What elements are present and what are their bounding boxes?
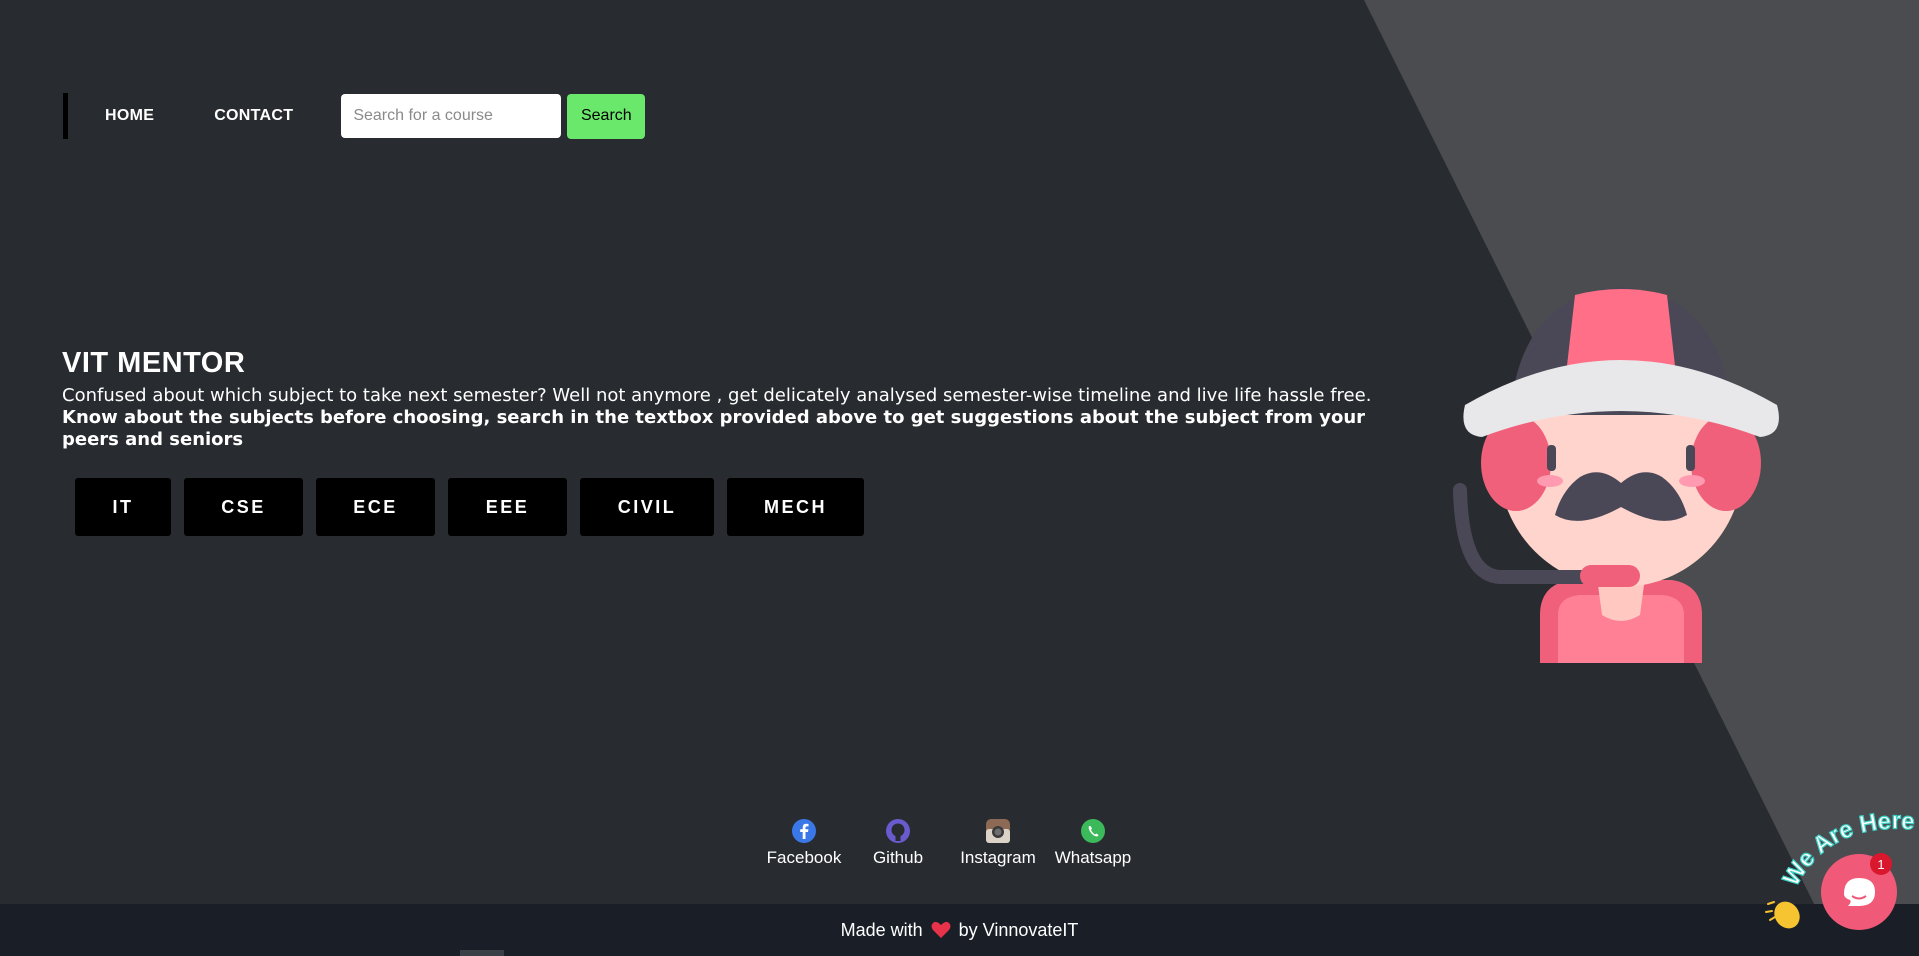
- page-footer: Made with by VinnovateIT: [0, 904, 1919, 956]
- svg-text:1: 1: [1877, 857, 1884, 872]
- support-agent-illustration: [1453, 287, 1779, 663]
- top-nav: HOME CONTACT Search: [63, 93, 646, 139]
- social-link-instagram[interactable]: Instagram: [948, 818, 1048, 868]
- chat-notification-badge: 1: [1870, 853, 1892, 875]
- branch-button-cse[interactable]: CSE: [184, 478, 303, 536]
- branch-button-civil[interactable]: CIVIL: [580, 478, 714, 536]
- hero-description: Confused about which subject to take nex…: [62, 385, 1372, 406]
- nav-home-link[interactable]: HOME: [105, 107, 154, 125]
- branch-button-eee[interactable]: EEE: [448, 478, 567, 536]
- footer-scroll-nub: [460, 950, 504, 956]
- footer-suffix: by VinnovateIT: [958, 919, 1079, 940]
- page-title: VIT MENTOR: [62, 347, 246, 379]
- github-icon: [886, 819, 910, 843]
- social-label-whatsapp: Whatsapp: [1054, 848, 1132, 867]
- course-search-input[interactable]: [341, 94, 562, 138]
- footer-prefix: Made with: [840, 919, 923, 940]
- page: HOME CONTACT Search VIT MENTOR Confused …: [0, 0, 1919, 956]
- branch-button-mech[interactable]: MECH: [727, 478, 864, 536]
- social-link-whatsapp[interactable]: Whatsapp: [1048, 818, 1138, 868]
- instagram-icon: [986, 819, 1010, 843]
- waving-hand-icon: [1765, 901, 1800, 929]
- chat-widget[interactable]: We Are Here! 1: [1760, 808, 1919, 956]
- nav-accent-bar: [63, 93, 68, 139]
- social-label-instagram: Instagram: [960, 848, 1036, 867]
- hero-bold-description: Know about the subjects before choosing,…: [62, 407, 1366, 450]
- social-link-facebook[interactable]: Facebook: [760, 818, 848, 868]
- branch-buttons: IT CSE ECE EEE CIVIL MECH: [75, 478, 864, 536]
- facebook-icon: [792, 819, 816, 843]
- search-button[interactable]: Search: [567, 93, 646, 139]
- branch-button-it[interactable]: IT: [75, 478, 171, 536]
- social-label-facebook: Facebook: [766, 848, 842, 867]
- social-links: Facebook Github Instagram Whatsapp: [760, 818, 1138, 868]
- heart-icon: [931, 921, 951, 938]
- branch-button-ece[interactable]: ECE: [316, 478, 435, 536]
- whatsapp-icon: [1081, 819, 1105, 843]
- social-label-github: Github: [872, 848, 924, 867]
- social-link-github[interactable]: Github: [848, 818, 948, 868]
- nav-contact-link[interactable]: CONTACT: [214, 107, 293, 125]
